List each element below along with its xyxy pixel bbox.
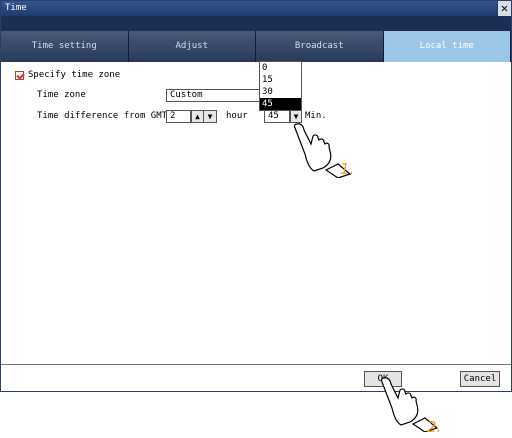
gmt-hour-spinner[interactable]: ▲ ▼ <box>191 110 217 123</box>
cancel-button[interactable]: Cancel <box>460 371 500 387</box>
tab-adjust[interactable]: Adjust <box>128 31 256 62</box>
specify-time-zone-checkbox[interactable] <box>15 70 24 80</box>
minutes-option[interactable]: 0 <box>260 62 301 74</box>
minutes-option-selected[interactable]: 45 <box>260 98 301 110</box>
step-marker-2: 2. <box>427 418 442 436</box>
hour-unit-label: hour <box>226 111 248 121</box>
specify-time-zone-row: Specify time zone <box>15 70 120 80</box>
tab-local-time[interactable]: Local time <box>383 31 511 62</box>
step-marker-1: 1. <box>340 160 355 178</box>
specify-time-zone-label: Specify time zone <box>28 70 121 80</box>
gmt-label: Time difference from GMT <box>37 111 168 121</box>
down-arrow-icon[interactable]: ▼ <box>204 111 216 122</box>
minutes-option[interactable]: 30 <box>260 86 301 98</box>
title-bar: Time ✕ <box>1 1 511 16</box>
gmt-hour-field[interactable]: 2 <box>166 110 191 123</box>
tab-bar: Time setting Adjust Broadcast Local time <box>1 16 511 62</box>
minutes-option[interactable]: 15 <box>260 74 301 86</box>
close-icon[interactable]: ✕ <box>497 1 511 16</box>
up-arrow-icon[interactable]: ▲ <box>192 111 204 122</box>
tab-broadcast[interactable]: Broadcast <box>256 31 384 62</box>
gmt-min-field[interactable]: 45 <box>264 110 290 123</box>
window-title: Time <box>5 3 27 13</box>
minutes-dropdown-list: 0 15 30 45 <box>259 61 302 111</box>
tab-time-setting[interactable]: Time setting <box>1 31 129 62</box>
local-time-panel: Specify time zone Time zone Custom ▲ ▼ T… <box>1 62 511 364</box>
time-dialog: Time ✕ Time setting Adjust Broadcast Loc… <box>0 0 512 392</box>
time-zone-field[interactable]: Custom <box>166 89 274 102</box>
time-zone-label: Time zone <box>37 90 86 100</box>
min-unit-label: Min. <box>305 111 327 121</box>
